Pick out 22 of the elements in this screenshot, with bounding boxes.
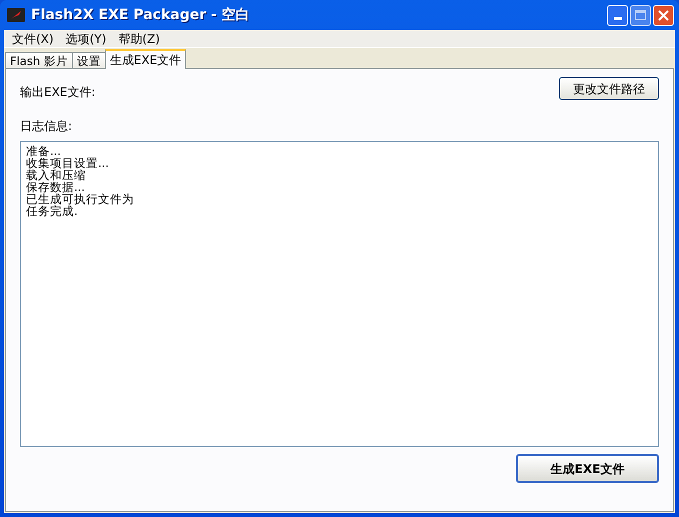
close-icon <box>658 10 669 20</box>
generate-exe-button[interactable]: 生成EXE文件 <box>516 454 659 483</box>
change-path-button[interactable]: 更改文件路径 <box>559 77 659 100</box>
log-line: 保存数据... <box>26 181 85 193</box>
output-exe-label: 输出EXE文件: <box>20 84 96 101</box>
menu-item[interactable]: 文件(X) <box>7 30 59 48</box>
minimize-button[interactable] <box>607 4 628 26</box>
tab[interactable]: Flash 影片 <box>5 52 73 69</box>
maximize-button[interactable] <box>630 4 651 26</box>
log-label: 日志信息: <box>20 118 74 135</box>
app-icon <box>7 8 25 22</box>
tab[interactable]: 设置 <box>72 52 106 69</box>
menu-item[interactable]: 选项(Y) <box>60 30 112 48</box>
log-line: 已生成可执行文件为 <box>26 193 135 205</box>
log-line: 载入和压缩 <box>26 169 86 181</box>
log-line: 收集项目设置... <box>26 157 110 169</box>
menu-item[interactable]: 帮助(Z) <box>113 30 165 48</box>
log-line: 准备... <box>26 145 62 157</box>
window-title: Flash2X EXE Packager - 空白 <box>31 6 251 24</box>
close-button[interactable] <box>653 4 674 26</box>
log-line: 任务完成. <box>26 205 78 217</box>
tab[interactable]: 生成EXE文件 <box>104 49 186 69</box>
